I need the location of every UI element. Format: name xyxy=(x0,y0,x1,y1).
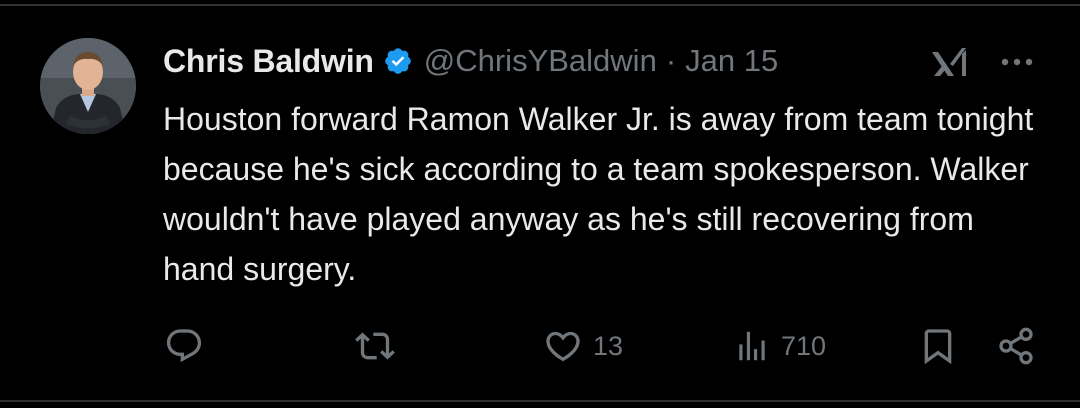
views-button[interactable]: 710 xyxy=(733,326,826,366)
author-handle[interactable]: @ChrisYBaldwin xyxy=(424,43,657,79)
more-icon[interactable] xyxy=(996,50,1038,74)
bookmark-button[interactable] xyxy=(918,326,958,366)
action-bar: 13 710 xyxy=(0,320,1080,372)
heart-icon xyxy=(543,326,583,366)
profile-photo-icon xyxy=(40,38,136,134)
like-count: 13 xyxy=(593,330,624,361)
like-button[interactable]: 13 xyxy=(543,326,623,366)
repost-icon xyxy=(354,326,396,366)
reply-button[interactable] xyxy=(164,326,204,366)
views-icon xyxy=(733,326,771,366)
share-button[interactable] xyxy=(996,326,1036,366)
author-avatar[interactable] xyxy=(40,38,136,134)
share-icon xyxy=(996,326,1036,366)
post-header: Chris Baldwin @ChrisYBaldwin · Jan 15 xyxy=(163,38,778,84)
repost-button[interactable] xyxy=(354,326,396,366)
header-separator: · xyxy=(665,43,677,78)
bookmark-icon xyxy=(918,326,958,366)
author-display-name[interactable]: Chris Baldwin xyxy=(163,43,374,80)
verified-badge-icon[interactable] xyxy=(383,46,413,76)
top-divider xyxy=(0,4,1080,6)
post-text: Houston forward Ramon Walker Jr. is away… xyxy=(163,101,1034,287)
post-timestamp[interactable]: Jan 15 xyxy=(685,43,778,79)
grok-icon[interactable] xyxy=(928,44,972,80)
bottom-divider xyxy=(0,400,1080,402)
views-count: 710 xyxy=(781,330,827,361)
reply-icon xyxy=(164,326,204,366)
